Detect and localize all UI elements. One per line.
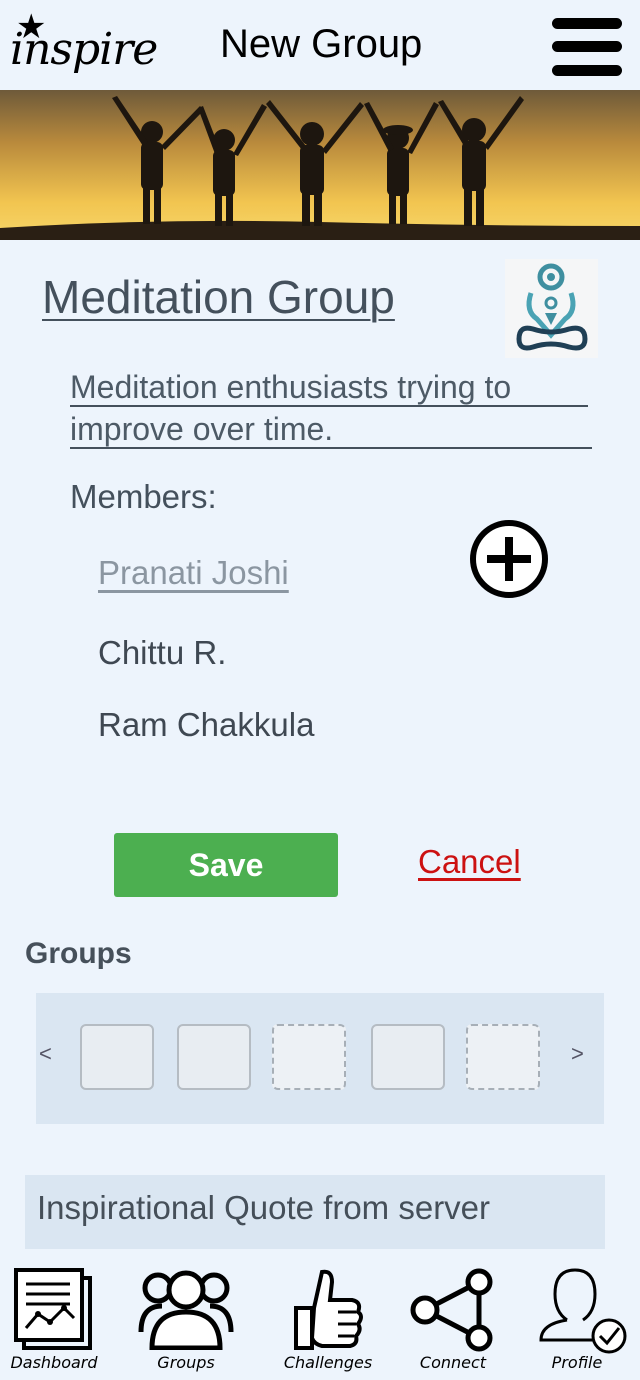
nav-label: Challenges	[283, 1353, 373, 1372]
app-header: ★ inspire New Group	[0, 0, 640, 90]
member-item[interactable]: Pranati Joshi	[98, 554, 289, 592]
member-item: Ram Chakkula	[98, 706, 315, 743]
nav-item-challenges[interactable]: Challenges	[268, 1262, 388, 1380]
group-thumbnail[interactable]	[177, 1024, 251, 1090]
nav-item-groups[interactable]: Groups	[126, 1262, 246, 1380]
save-button[interactable]: Save	[114, 833, 338, 897]
members-label: Members:	[70, 478, 217, 515]
meditation-lotus-icon[interactable]	[505, 259, 598, 358]
description-line: Meditation enthusiasts trying to	[70, 366, 592, 408]
plus-circle-icon[interactable]	[469, 519, 549, 599]
cancel-link[interactable]: Cancel	[418, 843, 521, 881]
member-item: Chittu R.	[98, 634, 227, 671]
thumbs-up-icon	[294, 1269, 363, 1350]
carousel-next-arrow[interactable]: >	[571, 1041, 584, 1067]
inspire-logo[interactable]: ★ inspire	[6, 10, 166, 80]
nav-item-connect[interactable]: Connect	[393, 1262, 513, 1380]
nav-label: Profile	[551, 1353, 603, 1372]
description-line: improve over time.	[70, 408, 592, 450]
carousel-prev-arrow[interactable]: <	[39, 1041, 52, 1067]
group-thumbnail[interactable]	[371, 1024, 445, 1090]
page-title: New Group	[220, 22, 423, 66]
logo-text: inspire	[10, 24, 158, 75]
hamburger-menu-icon[interactable]	[552, 18, 622, 76]
nav-label: Dashboard	[10, 1353, 98, 1372]
bottom-nav: Dashboard Groups Challenges Connect Prof…	[0, 1262, 640, 1380]
nav-label: Connect	[419, 1353, 487, 1372]
share-network-icon	[410, 1268, 493, 1352]
groups-carousel: < >	[36, 993, 604, 1124]
quote-panel: Inspirational Quote from server	[25, 1175, 605, 1249]
profile-check-icon	[539, 1268, 627, 1354]
empty-group-slot[interactable]	[272, 1024, 346, 1090]
nav-item-dashboard[interactable]: Dashboard	[0, 1262, 114, 1380]
groups-section-title: Groups	[25, 937, 132, 970]
nav-item-profile[interactable]: Profile	[517, 1262, 637, 1380]
group-name[interactable]: Meditation Group	[42, 270, 395, 324]
empty-group-slot[interactable]	[466, 1024, 540, 1090]
group-banner-image	[0, 90, 640, 240]
people-group-icon	[138, 1270, 234, 1350]
group-thumbnail[interactable]	[80, 1024, 154, 1090]
group-description[interactable]: Meditation enthusiasts trying to improve…	[70, 366, 592, 450]
nav-label: Groups	[157, 1353, 215, 1372]
quote-text: Inspirational Quote from server	[37, 1189, 491, 1226]
dashboard-chart-icon	[14, 1268, 92, 1350]
